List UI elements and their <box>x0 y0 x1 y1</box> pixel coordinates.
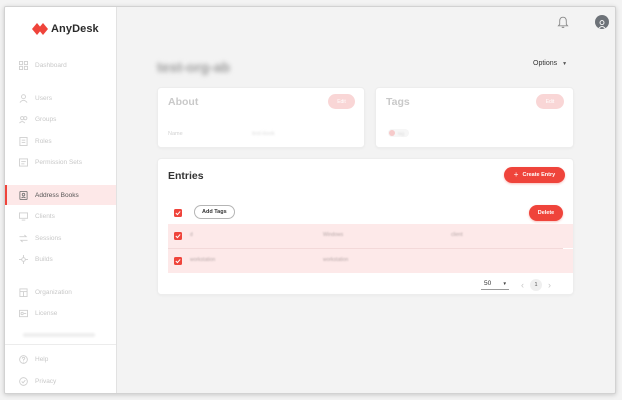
about-card: About Edit Name test-book <box>157 87 365 148</box>
plus-icon: + <box>513 170 519 179</box>
pagination: 50 ▼ ‹ 1 › <box>481 279 557 291</box>
bell-icon[interactable] <box>557 16 569 29</box>
create-entry-label: Create Entry <box>522 172 556 178</box>
create-entry-button[interactable]: + Create Entry <box>504 167 565 183</box>
sidebar-item-sessions[interactable]: Sessions <box>5 228 116 248</box>
options-label: Options <box>533 60 558 67</box>
row-tag: client <box>451 232 463 238</box>
app-window: AnyDesk Dashboard Users Groups Roles Per… <box>4 6 616 394</box>
table-row[interactable]: workstation workstation <box>168 249 573 273</box>
row-name: workstation <box>190 257 216 263</box>
header-actions <box>557 15 609 29</box>
permission-icon <box>19 157 28 167</box>
sidebar-item-label: Builds <box>35 255 53 263</box>
sidebar-item-dashboard[interactable]: Dashboard <box>5 55 116 75</box>
license-icon <box>19 309 28 318</box>
sidebar-item-users[interactable]: Users <box>5 88 116 108</box>
sidebar-item-label: Sessions <box>35 234 62 242</box>
sessions-icon <box>19 234 28 243</box>
row-os: Windows <box>323 232 344 238</box>
about-title: About <box>168 96 199 108</box>
per-page-value: 50 <box>484 280 492 287</box>
sidebar-item-help[interactable]: Help <box>5 349 116 369</box>
table-row[interactable]: d Windows client <box>168 224 573 248</box>
row-checkbox[interactable] <box>174 232 182 240</box>
anydesk-logo[interactable]: AnyDesk <box>32 21 99 37</box>
page-title: test-org-ab <box>157 59 231 75</box>
user-icon <box>19 93 28 103</box>
tags-edit-button[interactable]: Edit <box>536 94 564 109</box>
check-icon <box>175 259 181 264</box>
tag-chip-label: tag <box>398 130 405 136</box>
sidebar-item-permission-sets[interactable]: Permission Sets <box>5 152 116 172</box>
sidebar-item-privacy[interactable]: Privacy <box>5 371 116 391</box>
sidebar-item-roles[interactable]: Roles <box>5 131 116 151</box>
tags-card: Tags Edit tag <box>375 87 574 148</box>
sidebar-item-label: Users <box>35 94 52 102</box>
sidebar: AnyDesk Dashboard Users Groups Roles Per… <box>5 7 117 393</box>
sidebar-item-label: Permission Sets <box>35 158 82 166</box>
sidebar-item-organization[interactable]: Organization <box>5 282 116 302</box>
groups-icon <box>19 115 28 124</box>
roles-icon <box>19 136 28 146</box>
chevron-right-icon[interactable]: › <box>548 280 551 290</box>
caret-down-icon: ▼ <box>502 281 507 286</box>
privacy-icon <box>19 376 28 386</box>
chevron-left-icon[interactable]: ‹ <box>521 280 524 290</box>
about-name-label: Name <box>168 131 183 137</box>
sidebar-item-label: Address Books <box>35 191 79 199</box>
sidebar-item-label: Roles <box>35 137 52 145</box>
tag-chip: tag <box>388 129 410 137</box>
check-icon <box>175 234 181 239</box>
row-name: d <box>190 232 193 238</box>
builds-icon <box>19 254 28 264</box>
sidebar-item-label: Help <box>35 355 49 363</box>
sidebar-blurred-text <box>23 333 95 337</box>
tags-title: Tags <box>386 96 410 108</box>
about-name-value: test-book <box>252 131 275 137</box>
add-tags-button[interactable]: Add Tags <box>194 205 235 219</box>
monitor-icon <box>19 211 28 221</box>
row-os: workstation <box>323 257 349 263</box>
sidebar-item-label: License <box>35 309 58 317</box>
select-all-checkbox[interactable] <box>174 209 182 217</box>
sidebar-item-address-books[interactable]: Address Books <box>5 185 116 205</box>
app-name: AnyDesk <box>51 23 99 35</box>
about-edit-button[interactable]: Edit <box>328 94 355 109</box>
per-page-select[interactable]: 50 ▼ <box>481 280 509 290</box>
sidebar-item-label: Groups <box>35 115 57 123</box>
tag-color-dot <box>389 130 395 136</box>
user-avatar-icon[interactable] <box>595 15 609 29</box>
dashboard-icon <box>19 60 28 70</box>
delete-button[interactable]: Delete <box>529 205 563 221</box>
options-menu[interactable]: Options ▼ <box>533 60 567 67</box>
sidebar-item-label: Clients <box>35 212 55 220</box>
entries-card: Entries + Create Entry Add Tags Delete d… <box>157 158 574 295</box>
sidebar-item-label: Privacy <box>35 377 57 385</box>
sidebar-item-license[interactable]: License <box>5 303 116 323</box>
sidebar-item-groups[interactable]: Groups <box>5 109 116 129</box>
help-icon <box>19 354 28 364</box>
sidebar-item-label: Organization <box>35 288 72 296</box>
page-number-button[interactable]: 1 <box>530 279 542 291</box>
entries-title: Entries <box>168 170 204 182</box>
sidebar-divider <box>5 344 116 345</box>
address-book-icon <box>19 190 28 200</box>
row-checkbox[interactable] <box>174 257 182 265</box>
anydesk-logo-icon <box>32 23 48 35</box>
caret-down-icon: ▼ <box>562 60 568 67</box>
sidebar-item-clients[interactable]: Clients <box>5 206 116 226</box>
sidebar-item-builds[interactable]: Builds <box>5 249 116 269</box>
building-icon <box>19 287 28 297</box>
check-icon <box>175 211 181 216</box>
sidebar-item-label: Dashboard <box>35 61 67 69</box>
